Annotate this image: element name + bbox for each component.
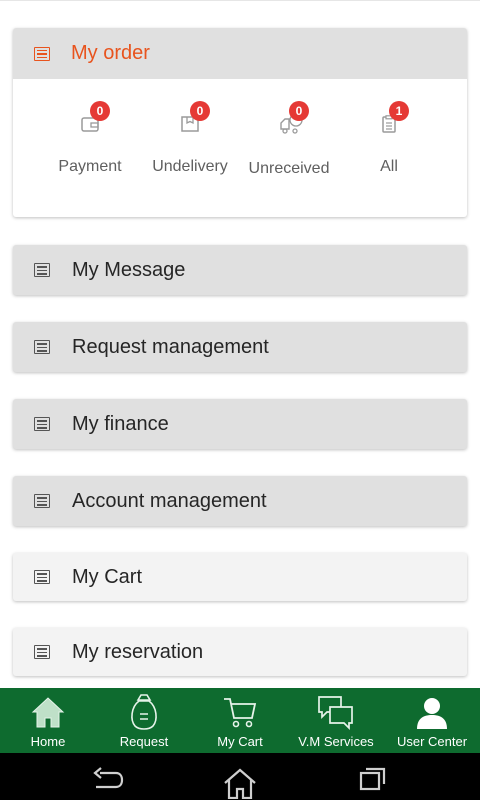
system-navigation-bar xyxy=(0,753,480,800)
home-button-icon[interactable] xyxy=(222,767,258,799)
order-item-undelivery[interactable]: 0 Undelivery xyxy=(140,101,240,176)
nav-label: My Cart xyxy=(217,734,263,749)
list-icon xyxy=(34,494,50,508)
list-icon xyxy=(34,340,50,354)
clipboard-icon: 1 xyxy=(379,101,409,133)
money-bag-icon xyxy=(131,694,157,730)
menu-item-my-cart[interactable]: My Cart xyxy=(13,553,467,601)
bottom-navigation: Home Request My Cart V.M Services User C… xyxy=(0,688,480,753)
nav-request[interactable]: Request xyxy=(96,688,192,753)
menu-item-label: Request management xyxy=(72,335,269,358)
list-icon xyxy=(34,417,50,431)
menu-item-account-management[interactable]: Account management xyxy=(13,476,467,526)
nav-home[interactable]: Home xyxy=(0,688,96,753)
menu-item-request-management[interactable]: Request management xyxy=(13,322,467,372)
wallet-icon: 0 xyxy=(80,101,110,133)
my-order-title: My order xyxy=(71,42,150,64)
undelivery-count-badge: 0 xyxy=(190,101,210,121)
order-status-items: 0 Payment 0 Undelivery 0 Unreceived 1 Al… xyxy=(13,79,467,217)
list-icon xyxy=(34,645,50,659)
nav-label: Home xyxy=(30,734,66,749)
nav-label: Request xyxy=(119,734,169,749)
home-icon xyxy=(31,697,65,728)
user-icon xyxy=(417,698,447,729)
order-item-payment[interactable]: 0 Payment xyxy=(40,101,140,176)
order-item-unreceived[interactable]: 0 Unreceived xyxy=(239,101,339,178)
nav-my-cart[interactable]: My Cart xyxy=(192,688,288,753)
list-icon xyxy=(34,570,50,584)
menu-item-my-reservation[interactable]: My reservation xyxy=(13,628,467,676)
payment-count-badge: 0 xyxy=(90,101,110,121)
menu-item-label: Account management xyxy=(72,489,267,512)
menu-item-label: My finance xyxy=(72,412,169,435)
truck-icon: 0 xyxy=(279,101,309,134)
chat-icon xyxy=(318,696,353,731)
list-icon xyxy=(34,46,50,61)
my-order-header[interactable]: My order xyxy=(13,28,467,79)
menu-item-my-finance[interactable]: My finance xyxy=(13,399,467,449)
order-item-label: Unreceived xyxy=(248,160,330,177)
menu-item-my-message[interactable]: My Message xyxy=(13,245,467,295)
unreceived-count-badge: 0 xyxy=(289,101,309,121)
nav-vm-services[interactable]: V.M Services xyxy=(288,688,384,753)
nav-label: V.M Services xyxy=(298,734,374,749)
menu-item-label: My reservation xyxy=(72,640,204,663)
my-order-card: My order 0 Payment 0 Undelivery 0 Unrece… xyxy=(13,28,467,217)
order-item-label: Payment xyxy=(58,158,122,175)
back-icon[interactable] xyxy=(92,765,124,791)
package-icon: 0 xyxy=(180,101,210,133)
menu-item-label: My Message xyxy=(72,258,186,281)
menu-item-label: My Cart xyxy=(72,565,142,588)
recent-apps-icon[interactable] xyxy=(358,765,388,791)
all-count-badge: 1 xyxy=(389,101,409,121)
nav-user-center[interactable]: User Center xyxy=(384,688,480,753)
top-divider xyxy=(0,0,480,1)
cart-icon xyxy=(224,698,257,728)
order-item-label: All xyxy=(380,158,398,175)
nav-label: User Center xyxy=(396,734,468,749)
list-icon xyxy=(34,263,50,277)
order-item-all[interactable]: 1 All xyxy=(339,101,439,176)
order-item-label: Undelivery xyxy=(152,158,228,175)
